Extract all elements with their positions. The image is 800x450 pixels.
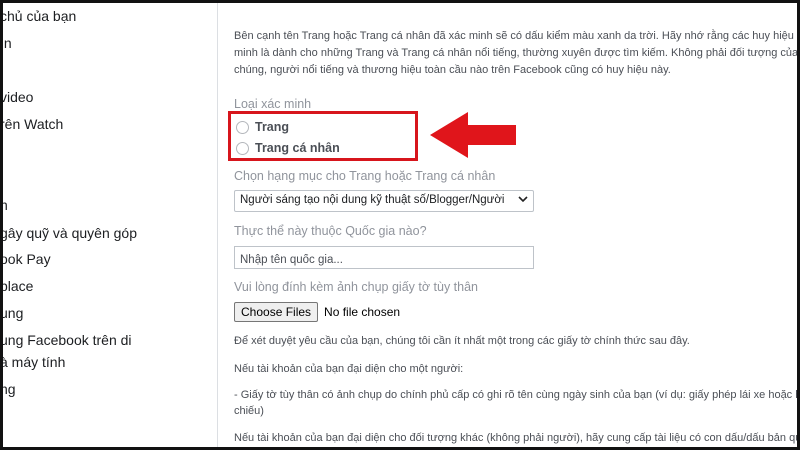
sidebar-item-desktop: à máy tính (0, 354, 66, 370)
highlight-box (228, 111, 418, 161)
sidebar-item-1[interactable]: ın (0, 34, 12, 52)
intro-line: chúng, người nổi tiếng và thương hiệu to… (234, 64, 671, 76)
file-upload: Choose Files No file chosen (234, 302, 400, 322)
sidebar-item-facebook-mobile[interactable]: ung Facebook trên di (0, 331, 132, 349)
country-label: Thực thể này thuộc Quốc gia nào? (234, 224, 427, 238)
government-id-text-continued: chiếu) (234, 405, 264, 417)
intro-line: Bên cạnh tên Trang hoặc Trang cá nhân đã… (234, 30, 794, 42)
person-account-text: Nếu tài khoản của bạn đại diện cho một n… (234, 363, 464, 375)
intro-line: minh là dành cho những Trang và Trang cá… (234, 47, 799, 59)
sidebar-item-11[interactable]: ng (0, 380, 16, 398)
category-label: Chọn hạng mục cho Trang hoặc Trang cá nh… (234, 169, 496, 183)
government-id-text: - Giấy tờ tùy thân có ảnh chụp do chính … (234, 389, 800, 401)
sidebar-item-watch[interactable]: rên Watch (0, 115, 63, 133)
choose-files-button[interactable]: Choose Files (234, 302, 319, 322)
sidebar-item-home[interactable]: chủ của bạn (0, 7, 76, 25)
arrow-left-icon (430, 112, 518, 163)
category-selected-value: Người sáng tạo nội dung kỹ thuật số/Blog… (240, 194, 505, 206)
other-entity-text: Nếu tài khoản của bạn đại diện cho đối t… (234, 432, 800, 444)
file-status-text: No file chosen (324, 305, 401, 319)
sidebar-item-4[interactable]: n (0, 196, 8, 214)
verification-form: Bên cạnh tên Trang hoặc Trang cá nhân đã… (219, 0, 800, 450)
sidebar-item-fundraisers[interactable]: gây quỹ và quyên góp (0, 224, 137, 242)
id-document-label: Vui lòng đính kèm ảnh chụp giấy tờ tùy t… (234, 280, 479, 294)
sidebar-item-8[interactable]: ung (0, 304, 23, 322)
verification-type-label: Loại xác minh (234, 97, 312, 111)
sidebar-item-facebook-pay[interactable]: ook Pay (0, 250, 51, 268)
chevron-down-icon (518, 194, 528, 207)
intro-text: Bên cạnh tên Trang hoặc Trang cá nhân đã… (234, 28, 800, 79)
requirement-text: Để xét duyệt yêu cầu của bạn, chúng tôi … (234, 335, 690, 347)
country-input[interactable] (234, 246, 534, 269)
left-sidebar: chủ của bạn ın video rên Watch n gây quỹ… (0, 0, 218, 450)
category-select[interactable]: Người sáng tạo nội dung kỹ thuật số/Blog… (234, 190, 534, 212)
sidebar-item-marketplace[interactable]: place (0, 277, 33, 295)
sidebar-item-video[interactable]: video (0, 88, 33, 106)
